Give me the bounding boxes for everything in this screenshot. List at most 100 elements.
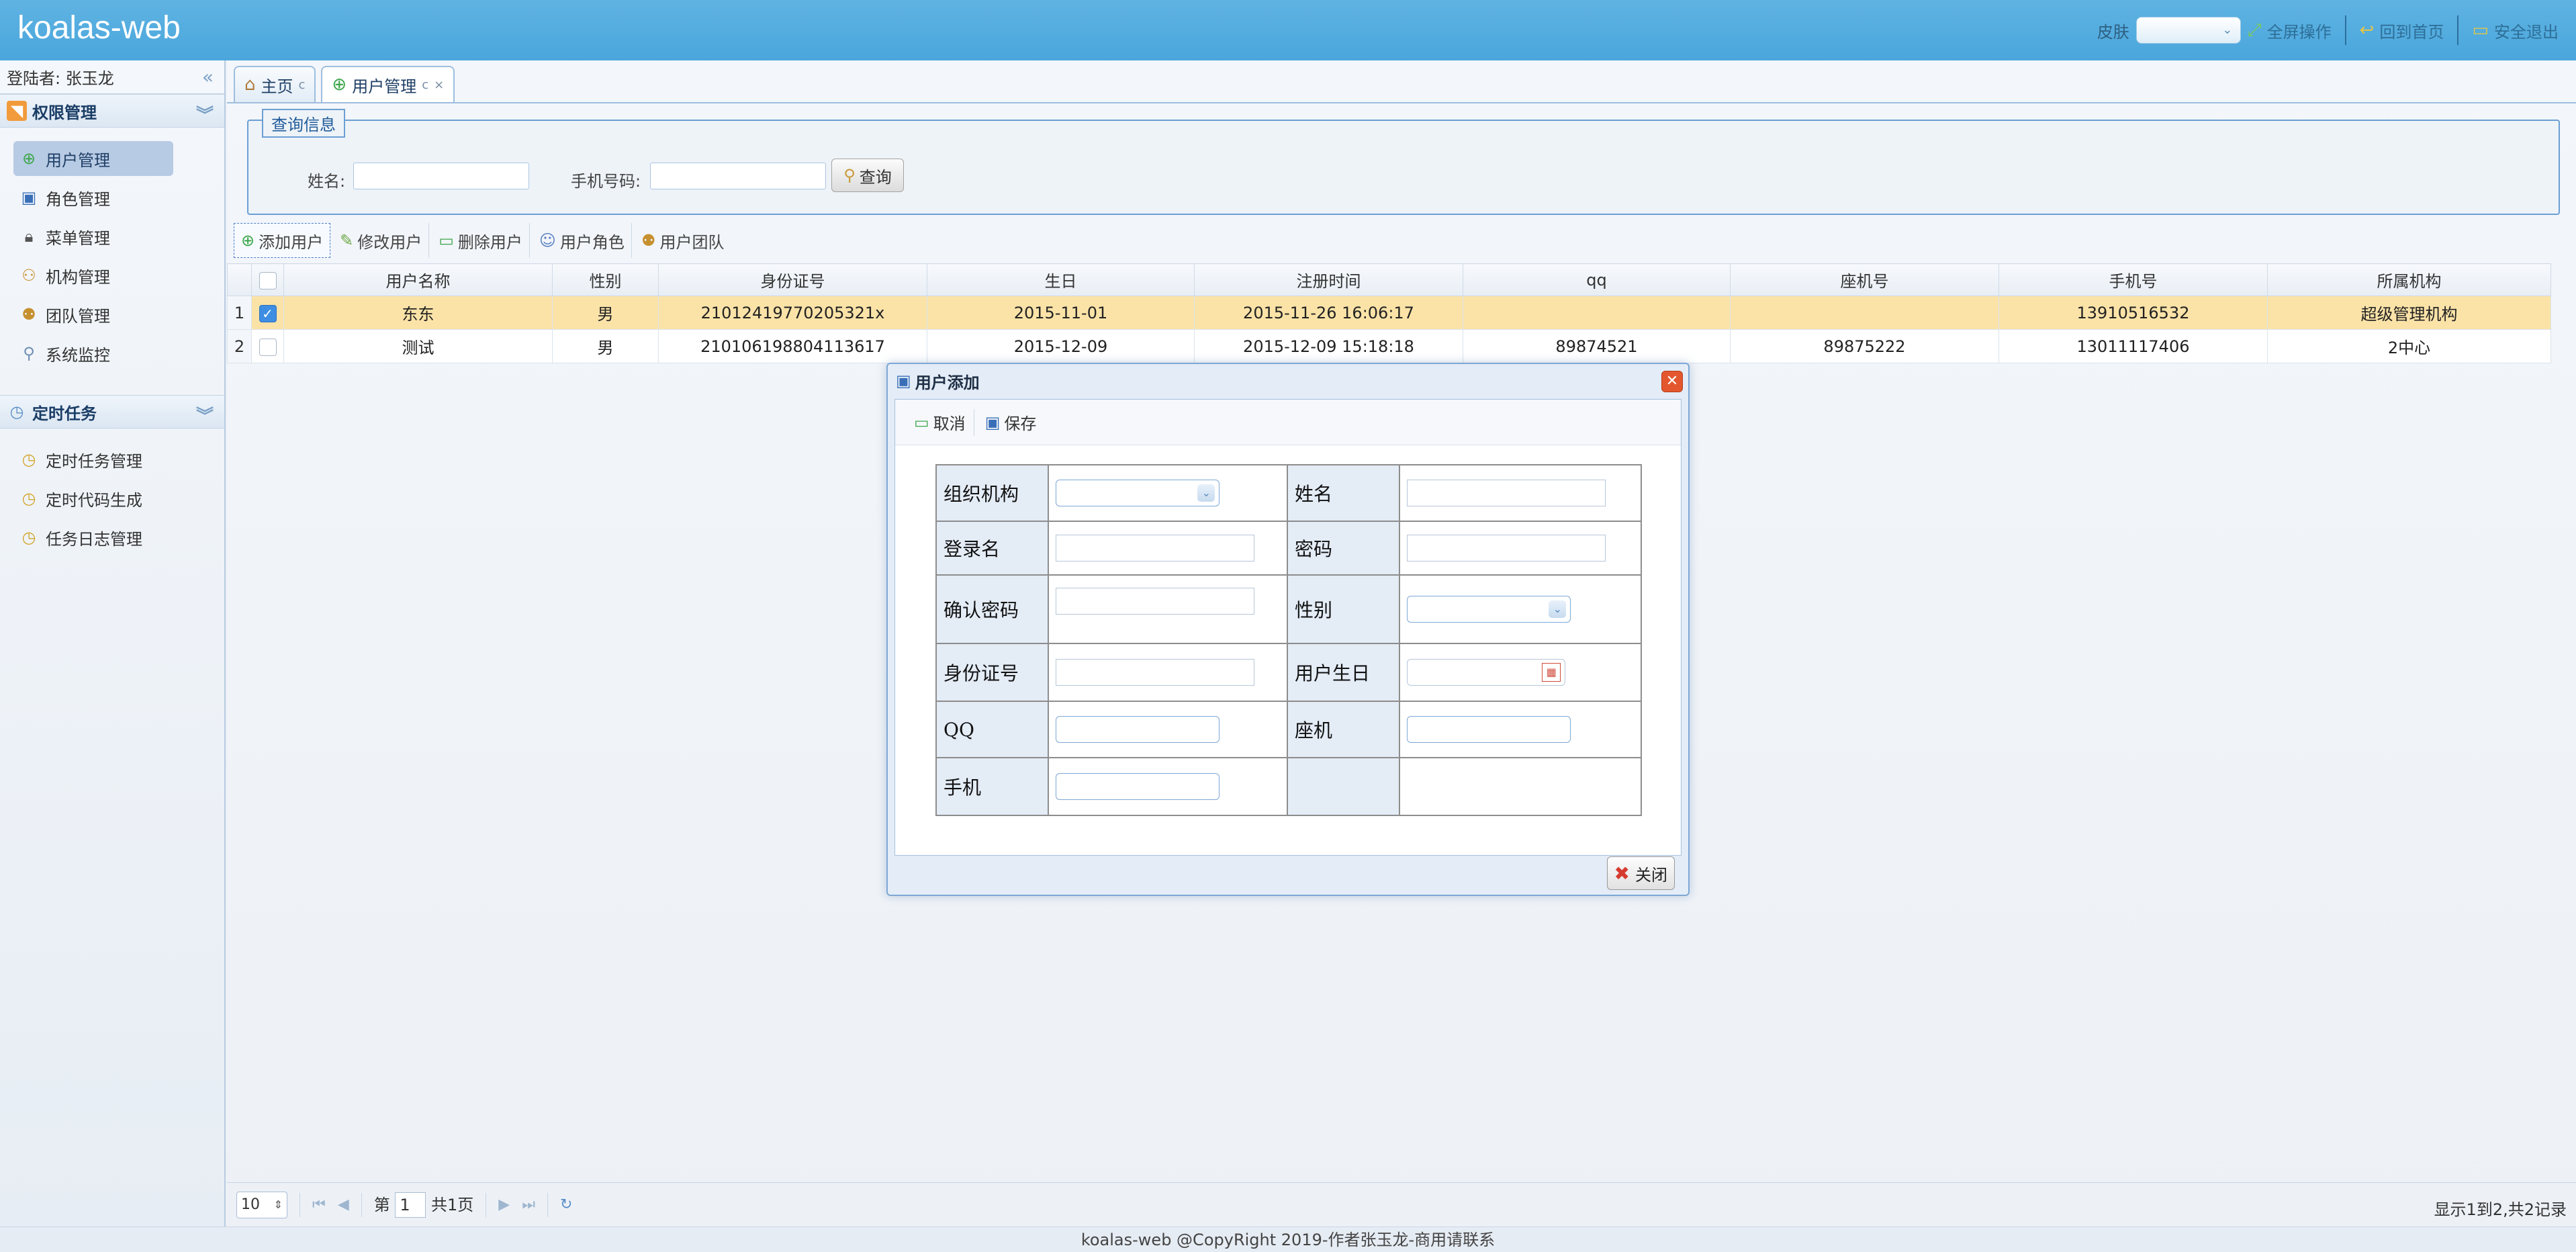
prev-page-icon[interactable]: ◀ bbox=[338, 1196, 349, 1213]
skin-select[interactable]: ⌄ bbox=[2135, 17, 2241, 44]
mobile-input[interactable] bbox=[1056, 773, 1220, 800]
confirm-password-input[interactable] bbox=[1056, 588, 1255, 615]
schedule-menu: ◷ 定时任务管理 ◷ 定时代码生成 ◷ 任务日志管理 bbox=[0, 429, 224, 579]
column-header[interactable]: 性别 bbox=[552, 263, 659, 296]
logout-button[interactable]: ▭ 安全退出 bbox=[2472, 19, 2559, 42]
user-role-button[interactable]: ☺ 用户角色 bbox=[533, 223, 632, 258]
column-header[interactable]: qq bbox=[1463, 263, 1731, 296]
chevron-double-down-icon[interactable]: ︾ bbox=[196, 402, 214, 427]
org-label: 组织机构 bbox=[935, 464, 1050, 522]
table-cell: 89874521 bbox=[1463, 329, 1731, 363]
phone-input[interactable] bbox=[650, 163, 826, 189]
panel-header-permission[interactable]: ◥ 权限管理 ︾ bbox=[0, 94, 224, 128]
org-select[interactable]: ⌄ bbox=[1056, 480, 1220, 506]
save-button[interactable]: ▣ 保存 bbox=[977, 409, 1045, 436]
delete-user-button[interactable]: ▭ 删除用户 bbox=[432, 223, 530, 258]
table-header-row: 用户名称 性别 身份证号 生日 注册时间 qq 座机号 手机号 所属机构 bbox=[227, 263, 2551, 296]
tab-home[interactable]: ⌂ 主页 c bbox=[234, 66, 316, 102]
refresh-icon[interactable]: ↻ bbox=[560, 1196, 572, 1213]
page-number-input[interactable]: 1 bbox=[395, 1192, 426, 1218]
save-icon: ▣ bbox=[896, 371, 911, 390]
chevron-double-down-icon[interactable]: ︾ bbox=[196, 101, 214, 126]
column-header[interactable]: 生日 bbox=[927, 263, 1195, 296]
table-row[interactable]: 1 ✓ 东东 男 21012419770205321x 2015-11-01 2… bbox=[227, 296, 2551, 330]
refresh-icon[interactable]: c bbox=[299, 78, 306, 92]
close-x-icon: ✖ bbox=[1614, 862, 1630, 885]
home-button[interactable]: ↩ 回到首页 bbox=[2360, 19, 2444, 42]
header-divider bbox=[2344, 15, 2346, 45]
password-input[interactable] bbox=[1407, 535, 1606, 562]
search-label: 查询 bbox=[859, 167, 892, 187]
gender-select[interactable]: ⌄ bbox=[1407, 596, 1571, 623]
row-checkbox[interactable]: ✓ bbox=[259, 304, 277, 322]
password-field bbox=[1399, 521, 1642, 576]
sidebar-item-menu-management[interactable]: 🔒︎ 菜单管理 bbox=[13, 219, 173, 254]
calendar-icon[interactable]: ▦ bbox=[1542, 663, 1561, 682]
sidebar-item-label: 系统监控 bbox=[46, 345, 110, 365]
app-header: koalas-web 皮肤 ⌄ ⤢ 全屏操作 ↩ 回到首页 ▭ 安全退出 bbox=[0, 0, 2576, 60]
column-header[interactable]: 身份证号 bbox=[658, 263, 927, 296]
row-checkbox[interactable] bbox=[259, 338, 277, 356]
sidebar-item-user-management[interactable]: ⊕ 用户管理 bbox=[13, 141, 173, 176]
name-input[interactable] bbox=[1407, 480, 1606, 506]
form-row: QQ 座机 bbox=[935, 701, 1642, 758]
cancel-button[interactable]: ▭ 取消 bbox=[906, 408, 974, 436]
dialog-body: ▭ 取消 ▣ 保存 组织机构 ⌄ 姓名 登录名 密码 确认密码 性别 ⌄ 身份证… bbox=[894, 399, 1682, 856]
panel-header-schedule[interactable]: ◷ 定时任务 ︾ bbox=[0, 395, 224, 429]
page-size-select[interactable]: 10 ⇕ bbox=[236, 1191, 287, 1218]
refresh-icon[interactable]: c bbox=[422, 78, 428, 92]
sidebar-item-role-management[interactable]: ▣ 角色管理 bbox=[13, 180, 173, 215]
dialog-title-bar[interactable]: ▣ 用户添加 ✕ bbox=[888, 364, 1688, 398]
column-header[interactable]: 注册时间 bbox=[1194, 263, 1463, 296]
gender-label: 性别 bbox=[1287, 574, 1401, 644]
idcard-input[interactable] bbox=[1056, 659, 1255, 686]
table-row[interactable]: 2 测试 男 210106198804113617 2015-12-09 201… bbox=[227, 329, 2551, 363]
login-input[interactable] bbox=[1056, 535, 1255, 562]
column-header[interactable]: 座机号 bbox=[1730, 263, 1999, 296]
query-panel: 查询信息 姓名: 手机号码: ⚲ 查询 bbox=[247, 109, 2560, 215]
select-all-checkbox[interactable] bbox=[259, 271, 277, 289]
column-header[interactable]: 手机号 bbox=[1998, 263, 2268, 296]
sidebar-item-system-monitor[interactable]: ⚲ 系统监控 bbox=[13, 336, 173, 371]
table-cell bbox=[1730, 296, 1999, 330]
user-role-label: 用户角色 bbox=[559, 232, 625, 252]
name-input[interactable] bbox=[353, 163, 529, 189]
tab-user-management[interactable]: ⊕ 用户管理 c × bbox=[321, 66, 455, 102]
sidebar-item-label: 定时任务管理 bbox=[46, 451, 142, 471]
first-page-icon[interactable]: ⏮ bbox=[312, 1196, 326, 1213]
qq-input[interactable] bbox=[1056, 716, 1220, 743]
add-icon: ⊕ bbox=[21, 149, 36, 168]
user-team-label: 用户团队 bbox=[659, 232, 725, 252]
column-header[interactable]: 所属机构 bbox=[2267, 263, 2551, 296]
sidebar-item-task-log[interactable]: ◷ 任务日志管理 bbox=[13, 520, 173, 555]
last-page-icon[interactable]: ⏭ bbox=[522, 1196, 535, 1213]
header-divider bbox=[2457, 15, 2459, 45]
search-button[interactable]: ⚲ 查询 bbox=[831, 159, 904, 192]
close-icon[interactable]: ✕ bbox=[1661, 371, 1683, 392]
birthday-label: 用户生日 bbox=[1287, 643, 1401, 702]
sidebar-item-label: 机构管理 bbox=[46, 267, 110, 287]
select-all-header bbox=[251, 263, 284, 296]
birthday-field: ▦ bbox=[1399, 643, 1642, 702]
idcard-label: 身份证号 bbox=[935, 643, 1050, 702]
sidebar-item-org-management[interactable]: ⚇ 机构管理 bbox=[13, 258, 173, 293]
sidebar-item-code-generation[interactable]: ◷ 定时代码生成 bbox=[13, 481, 173, 516]
sidebar-item-team-management[interactable]: ⚉ 团队管理 bbox=[13, 297, 173, 332]
sidebar-item-task-management[interactable]: ◷ 定时任务管理 bbox=[13, 442, 173, 477]
next-page-icon[interactable]: ▶ bbox=[498, 1196, 510, 1213]
tab-bar: ⌂ 主页 c ⊕ 用户管理 c × bbox=[227, 60, 2576, 103]
user-team-button[interactable]: ⚉ 用户团队 bbox=[635, 223, 731, 258]
close-icon[interactable]: × bbox=[434, 78, 444, 92]
edit-user-button[interactable]: ✎ 修改用户 bbox=[333, 223, 430, 258]
column-header[interactable]: 用户名称 bbox=[283, 263, 553, 296]
collapse-left-icon[interactable]: « bbox=[202, 66, 214, 88]
page-prefix: 第 1 共1页 bbox=[374, 1192, 473, 1218]
table-cell: 13011117406 bbox=[1998, 329, 2268, 363]
fullscreen-button[interactable]: ⤢ 全屏操作 bbox=[2248, 19, 2332, 42]
close-button[interactable]: ✖ 关闭 bbox=[1606, 856, 1675, 890]
add-user-button[interactable]: ⊕ 添加用户 bbox=[234, 223, 331, 258]
landline-input[interactable] bbox=[1407, 716, 1571, 743]
gender-field: ⌄ bbox=[1399, 574, 1642, 644]
login-label: 登录名 bbox=[935, 521, 1050, 576]
birthday-date-input[interactable]: ▦ bbox=[1407, 659, 1566, 686]
